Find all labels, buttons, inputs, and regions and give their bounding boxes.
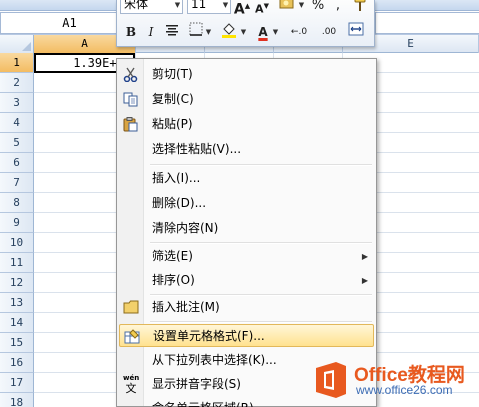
align-center-icon <box>166 25 178 36</box>
submenu-arrow-icon: ▶ <box>361 276 368 285</box>
menu-item-clear-contents[interactable]: 清除内容(N) <box>119 217 374 240</box>
menu-item-label: 插入(I)... <box>152 171 201 185</box>
row-header[interactable]: 4 <box>0 113 34 133</box>
font-size-value: 11 <box>191 0 207 11</box>
grow-font-letter: A <box>233 1 245 18</box>
menu-item-label: 选择性粘贴(V)... <box>152 142 242 156</box>
accounting-format-button[interactable] <box>277 0 297 16</box>
office-logo-icon <box>316 362 346 398</box>
phonetic-icon: wén 文 <box>123 373 139 395</box>
font-color-button[interactable]: A <box>255 22 271 42</box>
menu-item-insert-comment[interactable]: 插入批注(M) <box>119 296 374 319</box>
menu-item-label: 清除内容(N) <box>152 221 219 235</box>
row-header[interactable]: 6 <box>0 153 34 173</box>
menu-separator <box>150 321 372 323</box>
decrease-decimal-button[interactable]: .00 <box>316 22 342 42</box>
watermark-url: www.office26.com <box>356 383 453 397</box>
row-header[interactable]: 10 <box>0 233 34 253</box>
row-header[interactable]: 8 <box>0 193 34 213</box>
menu-item-label: 筛选(E) <box>152 249 193 263</box>
menu-item-label: 排序(O) <box>152 273 195 287</box>
menu-separator <box>150 294 372 296</box>
accounting-icon <box>279 0 294 9</box>
row-header[interactable]: 9 <box>0 213 34 233</box>
menu-item-label: 设置单元格格式(F)... <box>153 329 265 343</box>
menu-item-label: 删除(D)... <box>152 196 207 210</box>
row-header[interactable]: 1 <box>0 53 34 73</box>
menu-item-label: 从下拉列表中选择(K)... <box>152 353 277 367</box>
center-align-button[interactable] <box>163 22 181 42</box>
chevron-down-icon[interactable]: ▼ <box>271 23 280 41</box>
menu-item-format-cells[interactable]: 设置单元格格式(F)... <box>119 324 374 347</box>
bold-button[interactable]: B <box>123 22 139 42</box>
borders-icon <box>189 22 203 36</box>
menu-item-label: 粘贴(P) <box>152 117 193 131</box>
menu-item-cut[interactable]: 剪切(T) <box>119 63 374 86</box>
comma-style-button[interactable]: , <box>331 0 345 16</box>
phonetic-icon-char: 文 <box>125 382 137 395</box>
chevron-down-icon[interactable]: ▼ <box>297 0 306 14</box>
row-header[interactable]: 16 <box>0 353 34 373</box>
increase-decimal-button[interactable]: ←.0 <box>286 22 312 42</box>
copy-icon <box>123 92 139 107</box>
font-name-value: 宋体 <box>124 0 149 11</box>
menu-item-insert[interactable]: 插入(I)... <box>119 167 374 190</box>
scissors-icon <box>123 67 139 83</box>
menu-separator <box>150 164 372 166</box>
chevron-down-icon[interactable]: ▼ <box>173 0 182 14</box>
menu-item-sort[interactable]: 排序(O) ▶ <box>119 269 374 292</box>
row-header[interactable]: 2 <box>0 73 34 93</box>
row-header[interactable]: 7 <box>0 173 34 193</box>
watermark: Office教程网 www.office26.com <box>312 358 477 402</box>
menu-item-filter[interactable]: 筛选(E) ▶ <box>119 245 374 268</box>
row-header[interactable]: 5 <box>0 133 34 153</box>
font-color-letter: A <box>258 25 268 39</box>
row-header[interactable]: 15 <box>0 333 34 353</box>
italic-button[interactable]: I <box>144 22 158 42</box>
menu-item-label: 复制(C) <box>152 92 194 106</box>
format-painter-icon <box>354 0 366 11</box>
formula-input[interactable] <box>375 12 479 34</box>
menu-item-label: 命名单元格区域(R)... <box>152 397 265 407</box>
menu-item-paste[interactable]: 粘贴(P) <box>119 113 374 136</box>
shrink-font-letter: A <box>255 2 264 16</box>
menu-item-label: 剪切(T) <box>152 67 193 81</box>
chevron-down-icon[interactable]: ▼ <box>221 0 230 14</box>
context-menu: 剪切(T) 复制(C) 粘贴(P) 选择性粘贴(V)... 插入(I)... 删… <box>116 58 377 407</box>
fill-bucket-icon <box>222 23 236 38</box>
menu-item-copy[interactable]: 复制(C) <box>119 88 374 111</box>
submenu-arrow-icon: ▶ <box>361 252 368 261</box>
mini-toolbar: 宋体 ▼ 11 ▼ A▲ A▼ ▼ % , B I ▼ ▼ A ▼ ←.0 .0… <box>116 0 375 47</box>
shrink-font-button[interactable]: A▼ <box>253 0 271 16</box>
row-header[interactable]: 14 <box>0 313 34 333</box>
menu-item-delete[interactable]: 删除(D)... <box>119 192 374 215</box>
menu-separator <box>150 242 372 244</box>
merge-center-icon <box>348 22 364 36</box>
row-header[interactable]: 18 <box>0 393 34 407</box>
format-painter-button[interactable] <box>350 0 370 16</box>
merge-center-button[interactable] <box>346 22 366 42</box>
menu-item-label: 插入批注(M) <box>152 300 220 314</box>
grow-font-button[interactable]: A▲ <box>233 0 251 18</box>
menu-item-label: 显示拼音字段(S) <box>152 377 241 391</box>
paste-icon <box>123 117 139 132</box>
format-cells-icon <box>124 329 140 344</box>
row-header[interactable]: 11 <box>0 253 34 273</box>
chevron-down-icon[interactable]: ▼ <box>204 23 213 41</box>
borders-button[interactable] <box>188 22 204 42</box>
row-header[interactable]: 3 <box>0 93 34 113</box>
percent-button[interactable]: % <box>310 0 326 16</box>
row-header[interactable]: 12 <box>0 273 34 293</box>
chevron-down-icon[interactable]: ▼ <box>239 23 248 41</box>
fill-color-button[interactable] <box>220 22 238 42</box>
row-header[interactable]: 13 <box>0 293 34 313</box>
comment-icon <box>123 300 139 315</box>
select-all-corner[interactable] <box>0 35 34 53</box>
row-header[interactable]: 17 <box>0 373 34 393</box>
menu-item-paste-special[interactable]: 选择性粘贴(V)... <box>119 138 374 161</box>
